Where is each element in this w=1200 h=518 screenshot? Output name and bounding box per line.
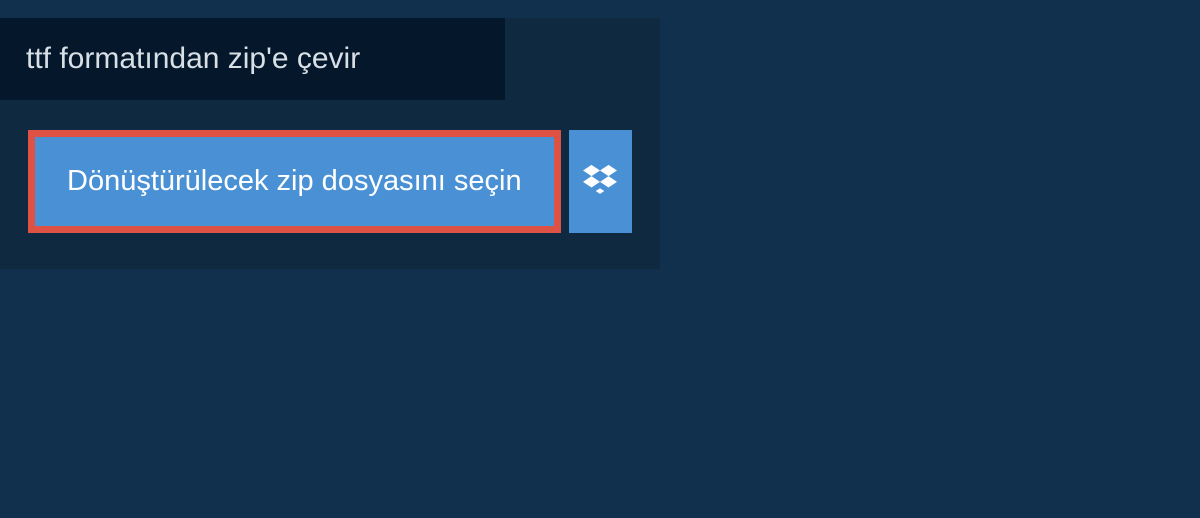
select-file-button[interactable]: Dönüştürülecek zip dosyasını seçin bbox=[28, 130, 561, 233]
file-select-row: Dönüştürülecek zip dosyasını seçin bbox=[0, 100, 660, 269]
dropbox-icon bbox=[583, 162, 617, 201]
converter-panel: ttf formatından zip'e çevir Dönüştürülec… bbox=[0, 18, 660, 269]
page-title: ttf formatından zip'e çevir bbox=[0, 18, 505, 100]
select-file-button-label: Dönüştürülecek zip dosyasını seçin bbox=[67, 165, 522, 198]
dropbox-button[interactable] bbox=[569, 130, 632, 233]
